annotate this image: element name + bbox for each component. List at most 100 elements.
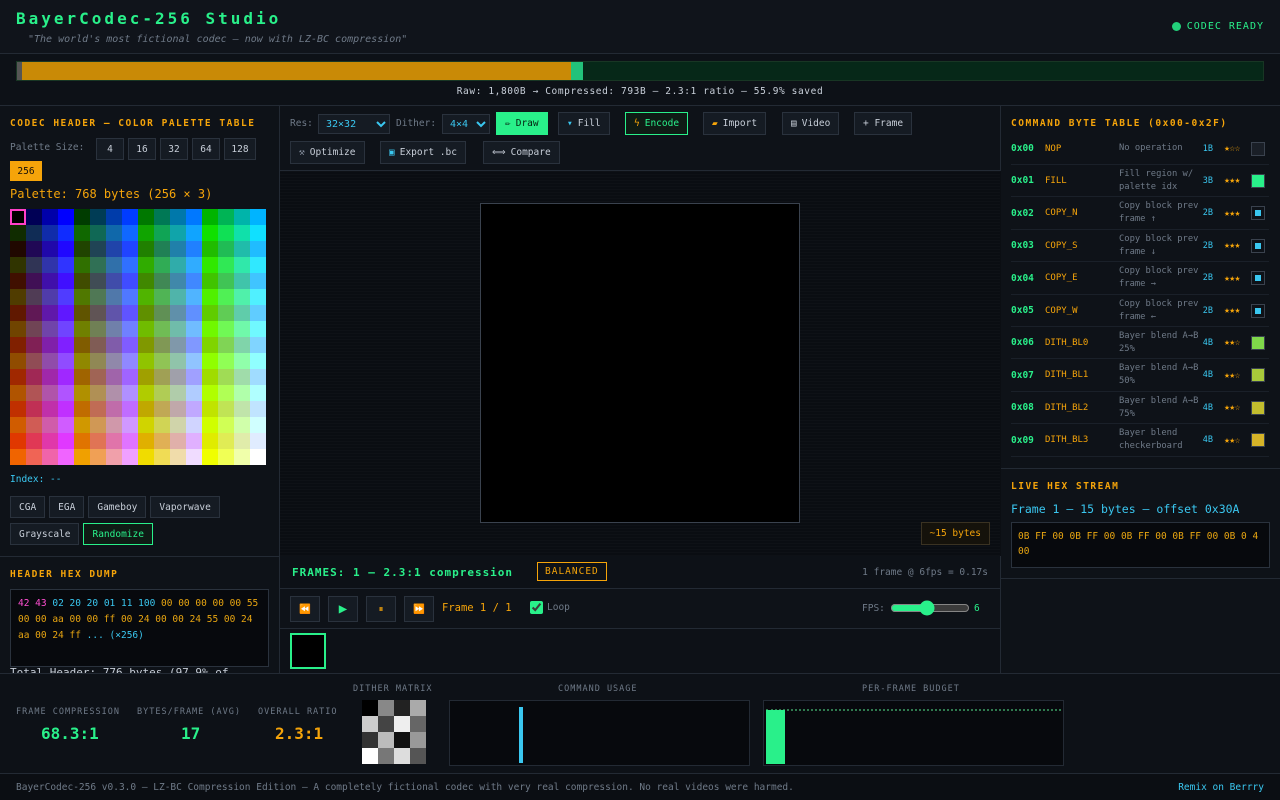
palette-swatch[interactable]: [154, 241, 170, 257]
palette-swatch[interactable]: [186, 417, 202, 433]
palette-swatch[interactable]: [250, 321, 266, 337]
palette-swatch[interactable]: [26, 433, 42, 449]
palette-swatch[interactable]: [186, 337, 202, 353]
palette-swatch[interactable]: [10, 417, 26, 433]
palette-swatch[interactable]: [26, 321, 42, 337]
palette-swatch[interactable]: [10, 289, 26, 305]
palette-swatch[interactable]: [186, 369, 202, 385]
palette-swatch[interactable]: [250, 337, 266, 353]
palette-swatch[interactable]: [250, 289, 266, 305]
palette-swatch[interactable]: [138, 241, 154, 257]
palette-swatch[interactable]: [58, 273, 74, 289]
rewind-icon[interactable]: ⏪: [290, 596, 320, 622]
palette-swatch[interactable]: [42, 401, 58, 417]
fps-slider[interactable]: [890, 600, 970, 616]
palette-swatch[interactable]: [26, 385, 42, 401]
palette-swatch[interactable]: [26, 401, 42, 417]
palette-swatch[interactable]: [250, 353, 266, 369]
palette-swatch[interactable]: [202, 289, 218, 305]
palette-swatch[interactable]: [170, 433, 186, 449]
palette-swatch[interactable]: [250, 209, 266, 225]
palette-swatch[interactable]: [58, 433, 74, 449]
palette-swatch[interactable]: [218, 369, 234, 385]
palette-swatch[interactable]: [58, 257, 74, 273]
palette-swatch[interactable]: [74, 369, 90, 385]
palette-swatch[interactable]: [26, 353, 42, 369]
palette-swatch[interactable]: [218, 433, 234, 449]
palette-swatch[interactable]: [250, 257, 266, 273]
palette-swatch[interactable]: [138, 225, 154, 241]
palette-swatch[interactable]: [122, 321, 138, 337]
palette-swatch[interactable]: [42, 241, 58, 257]
palette-swatch[interactable]: [10, 257, 26, 273]
palette-swatch[interactable]: [186, 305, 202, 321]
palette-swatch[interactable]: [250, 401, 266, 417]
compare-button[interactable]: ⟺ Compare: [483, 141, 560, 164]
palette-swatch[interactable]: [42, 225, 58, 241]
palette-swatch[interactable]: [250, 449, 266, 465]
palette-swatch[interactable]: [202, 273, 218, 289]
palette-swatch[interactable]: [90, 337, 106, 353]
palette-swatch[interactable]: [154, 273, 170, 289]
palette-swatch[interactable]: [74, 449, 90, 465]
palette-swatch[interactable]: [122, 241, 138, 257]
palette-swatch[interactable]: [26, 417, 42, 433]
palette-swatch[interactable]: [58, 241, 74, 257]
palette-swatch[interactable]: [250, 305, 266, 321]
encode-button[interactable]: ϟ Encode: [625, 112, 689, 135]
palette-swatch[interactable]: [122, 305, 138, 321]
palette-swatch[interactable]: [138, 257, 154, 273]
palette-swatch[interactable]: [186, 209, 202, 225]
palette-swatch[interactable]: [10, 225, 26, 241]
palette-swatch[interactable]: [74, 337, 90, 353]
palette-swatch[interactable]: [154, 321, 170, 337]
palette-swatch[interactable]: [234, 321, 250, 337]
palette-swatch[interactable]: [10, 369, 26, 385]
palette-swatch[interactable]: [74, 273, 90, 289]
palette-swatch[interactable]: [202, 225, 218, 241]
palette-swatch[interactable]: [234, 209, 250, 225]
palette-swatch[interactable]: [74, 209, 90, 225]
palette-swatch[interactable]: [234, 353, 250, 369]
palette-swatch[interactable]: [74, 289, 90, 305]
palette-swatch[interactable]: [154, 305, 170, 321]
palette-swatch[interactable]: [154, 385, 170, 401]
palette-swatch[interactable]: [218, 289, 234, 305]
command-row[interactable]: 0x08 DITH_BL2 Bayer blend A→B 75% 4B ★★☆: [1011, 392, 1269, 425]
palette-swatch[interactable]: [106, 209, 122, 225]
palette-size-256[interactable]: 256: [10, 161, 42, 181]
palette-swatch[interactable]: [202, 401, 218, 417]
palette-swatch[interactable]: [138, 337, 154, 353]
palette-swatch[interactable]: [138, 385, 154, 401]
palette-swatch[interactable]: [42, 369, 58, 385]
palette-swatch[interactable]: [154, 225, 170, 241]
preset-grayscale-button[interactable]: Grayscale: [10, 523, 80, 545]
palette-swatch[interactable]: [202, 257, 218, 273]
video-button[interactable]: ▤ Video: [782, 112, 840, 135]
palette-swatch[interactable]: [106, 257, 122, 273]
resolution-select[interactable]: 32×32: [318, 114, 390, 134]
palette-swatch[interactable]: [90, 401, 106, 417]
palette-swatch[interactable]: [90, 369, 106, 385]
palette-swatch[interactable]: [218, 257, 234, 273]
add-frame-button[interactable]: + Frame: [854, 112, 913, 135]
palette-swatch[interactable]: [202, 353, 218, 369]
palette-swatch[interactable]: [170, 449, 186, 465]
palette-swatch[interactable]: [42, 289, 58, 305]
palette-swatch[interactable]: [58, 401, 74, 417]
palette-swatch[interactable]: [202, 433, 218, 449]
palette-swatch[interactable]: [202, 449, 218, 465]
palette-swatch[interactable]: [122, 337, 138, 353]
preset-gameboy-button[interactable]: Gameboy: [88, 496, 147, 518]
palette-swatch[interactable]: [186, 385, 202, 401]
palette-swatch[interactable]: [154, 369, 170, 385]
palette-swatch[interactable]: [202, 305, 218, 321]
palette-swatch[interactable]: [106, 385, 122, 401]
palette-swatch[interactable]: [90, 433, 106, 449]
palette-swatch[interactable]: [26, 257, 42, 273]
palette-swatch[interactable]: [26, 337, 42, 353]
palette-swatch[interactable]: [90, 209, 106, 225]
palette-swatch[interactable]: [250, 241, 266, 257]
palette-swatch[interactable]: [106, 273, 122, 289]
palette-swatch[interactable]: [170, 257, 186, 273]
